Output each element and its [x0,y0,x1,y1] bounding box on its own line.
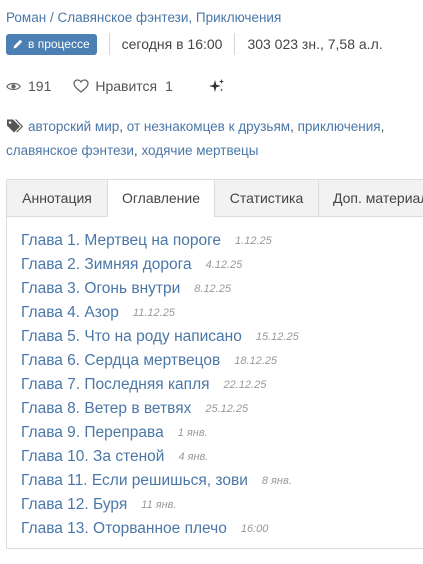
chapter-list: Глава 1. Мертвец на пороге 1.12.25 Глава … [21,229,299,541]
sparkle-button[interactable] [208,78,225,94]
tag-link[interactable]: славянское фэнтези [6,143,134,158]
chapter-date: 8 янв. [261,475,292,487]
chapter-item[interactable]: Глава 8. Ветер в ветвях 25.12.25 [21,397,299,421]
tab-extra-materials[interactable]: Доп. материалы [319,180,423,216]
tag-link[interactable]: приключения [298,119,381,134]
chapter-date: 18.12.25 [234,355,278,367]
chapter-item[interactable]: Глава 4. Азор 11.12.25 [21,301,299,325]
chapter-title[interactable]: Глава 12. Буря [21,496,127,514]
text-size: 303 023 зн., 7,58 а.л. [234,33,394,55]
chapter-item[interactable]: Глава 1. Мертвец на пороге 1.12.25 [21,229,299,253]
chapter-title[interactable]: Глава 1. Мертвец на пороге [21,232,221,250]
chapter-title[interactable]: Глава 6. Сердца мертвецов [21,352,220,370]
eye-icon [6,82,21,90]
stats-row: 191 Нравится 1 [6,76,225,96]
like-label: Нравится [95,78,158,94]
views-counter: 191 [6,78,51,94]
tabs-panel: Аннотация Оглавление Статистика Доп. мат… [6,179,423,549]
like-count: 1 [165,78,173,94]
chapter-date: 4.12.25 [205,259,243,271]
chapter-date: 25.12.25 [205,403,249,415]
chapter-item[interactable]: Глава 7. Последняя капля 22.12.25 [21,373,299,397]
chapter-title[interactable]: Глава 11. Если решишься, зови [21,472,248,490]
chapter-item[interactable]: Глава 3. Огонь внутри 8.12.25 [21,277,299,301]
chapter-date: 11.12.25 [132,307,175,319]
chapter-date: 1 янв. [177,427,208,439]
status-badge: в процессе [6,33,97,55]
tag-link[interactable]: ходячие мертвецы [141,143,258,158]
chapter-title[interactable]: Глава 10. За стеной [21,448,164,466]
chapter-title[interactable]: Глава 8. Ветер в ветвях [21,400,191,418]
chapter-date: 16:00 [240,523,269,535]
chapter-item[interactable]: Глава 13. Оторванное плечо 16:00 [21,517,299,541]
chapter-date: 8.12.25 [194,283,231,295]
genre-separator: / [49,10,54,25]
chapter-title[interactable]: Глава 4. Азор [21,304,119,322]
genres-link[interactable]: Славянское фэнтези, Приключения [57,10,281,25]
chapter-item[interactable]: Глава 10. За стеной 4 янв. [21,445,299,469]
chapter-title[interactable]: Глава 3. Огонь внутри [21,280,180,298]
chapter-title[interactable]: Глава 9. Переправа [21,424,164,442]
like-button[interactable]: Нравится 1 [73,78,173,94]
tag-link[interactable]: авторский мир [28,119,119,134]
chapter-title[interactable]: Глава 13. Оторванное плечо [21,520,227,538]
tags-list: авторский мир, от незнакомцев к друзьям,… [6,118,385,158]
chapter-date: 15.12.25 [255,331,299,343]
chapter-item[interactable]: Глава 9. Переправа 1 янв. [21,421,299,445]
chapter-item[interactable]: Глава 11. Если решишься, зови 8 янв. [21,469,299,493]
chapter-date: 1.12.25 [235,235,272,247]
updated-time: сегодня в 16:00 [108,33,235,55]
pencil-icon [13,39,23,49]
chapter-item[interactable]: Глава 2. Зимняя дорога 4.12.25 [21,253,299,277]
tab-bar: Аннотация Оглавление Статистика Доп. мат… [7,180,423,217]
tab-statistics[interactable]: Статистика [215,180,319,216]
views-count: 191 [28,78,52,94]
tab-annotation[interactable]: Аннотация [7,180,107,216]
chapter-item[interactable]: Глава 6. Сердца мертвецов 18.12.25 [21,349,299,373]
status-row: в процессе сегодня в 16:00 303 023 зн., … [6,33,395,55]
chapter-title[interactable]: Глава 2. Зимняя дорога [21,256,192,274]
tag-link[interactable]: от незнакомцев к друзьям [127,119,290,134]
chapter-title[interactable]: Глава 5. Что на роду написано [21,328,242,346]
chapter-title[interactable]: Глава 7. Последняя капля [21,376,210,394]
chapter-date: 4 янв. [178,451,209,463]
chapter-item[interactable]: Глава 5. Что на роду написано 15.12.25 [21,325,299,349]
tab-contents[interactable]: Оглавление [107,180,215,217]
genre-line: Роман / Славянское фэнтези, Приключения [6,10,281,25]
chapter-date: 11 янв. [141,499,177,511]
form-link[interactable]: Роман [6,10,46,25]
heart-icon [73,79,90,93]
chapter-item[interactable]: Глава 12. Буря 11 янв. [21,493,299,517]
chapter-date: 22.12.25 [223,379,267,391]
tags-icon [6,118,24,140]
status-badge-label: в процессе [28,37,90,51]
sparkle-icon [208,79,224,92]
